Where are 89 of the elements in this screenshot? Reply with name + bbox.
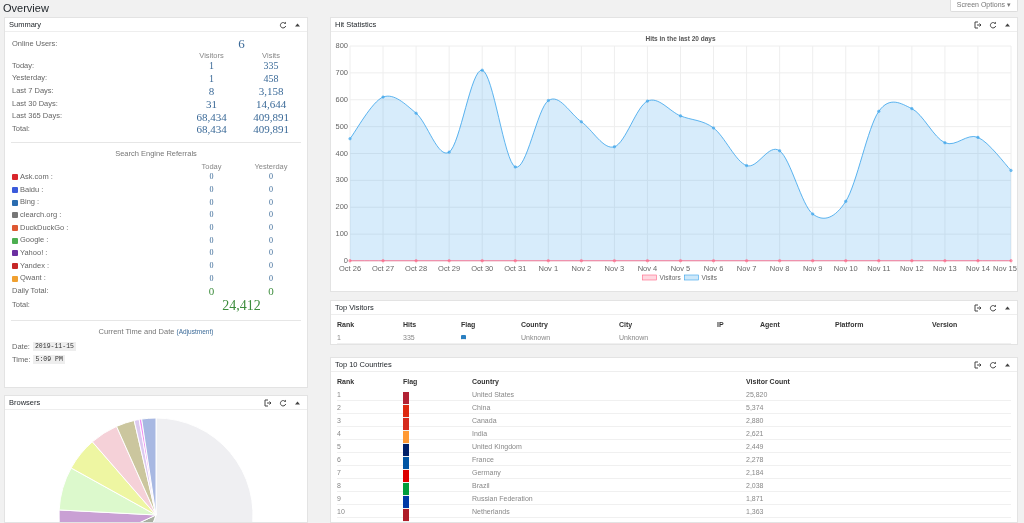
data-point xyxy=(414,111,418,115)
stat-value: 68,434 xyxy=(196,123,227,136)
data-point xyxy=(745,164,749,168)
daily-total-value: 0 xyxy=(208,285,215,298)
data-point xyxy=(844,259,848,263)
legend-swatch xyxy=(684,274,699,281)
data-point xyxy=(877,259,881,263)
data-point xyxy=(381,95,385,99)
data-point xyxy=(943,259,947,263)
export-icon[interactable] xyxy=(263,398,272,407)
stat-value: 409,891 xyxy=(253,110,289,123)
referral-count: 0 xyxy=(209,234,214,247)
data-point xyxy=(976,259,980,263)
data-point xyxy=(612,145,616,149)
data-point xyxy=(844,199,848,203)
stat-value: 68,434 xyxy=(196,110,227,123)
referral-count: 0 xyxy=(269,221,273,234)
data-point xyxy=(811,212,815,216)
data-point xyxy=(447,259,451,263)
stat-value: 335 xyxy=(263,60,279,73)
referral-count: 0 xyxy=(209,171,214,184)
stat-value: 8 xyxy=(208,85,215,98)
data-point xyxy=(480,259,484,263)
data-point xyxy=(1009,168,1013,172)
online-users-count: 6 xyxy=(238,38,245,51)
data-point xyxy=(910,107,914,111)
stat-value: 3,158 xyxy=(258,85,284,98)
data-point xyxy=(414,259,418,263)
data-point xyxy=(348,259,352,263)
export-icon[interactable] xyxy=(973,20,982,29)
data-point xyxy=(679,259,682,263)
referral-count: 0 xyxy=(209,221,214,234)
data-point xyxy=(447,150,451,154)
daily-total-value: 0 xyxy=(268,285,274,298)
stat-value: 458 xyxy=(263,72,279,85)
unknown-flag-icon xyxy=(461,335,466,340)
data-point xyxy=(910,259,914,263)
referral-count: 0 xyxy=(269,171,273,184)
data-point xyxy=(645,259,649,263)
data-point xyxy=(877,109,881,113)
data-point xyxy=(513,259,517,263)
data-point xyxy=(976,135,980,139)
referral-count: 0 xyxy=(269,272,273,285)
data-point xyxy=(778,149,782,153)
refresh-icon[interactable] xyxy=(988,303,997,312)
data-point xyxy=(348,137,352,141)
referral-count: 0 xyxy=(209,272,214,285)
referral-count: 0 xyxy=(269,247,273,260)
referral-count: 0 xyxy=(269,259,273,272)
data-point xyxy=(381,259,385,263)
data-point xyxy=(712,126,716,130)
data-point xyxy=(712,259,716,263)
refresh-icon[interactable] xyxy=(278,20,287,29)
page-title: Overview xyxy=(3,1,49,15)
referral-count: 0 xyxy=(269,196,273,209)
referral-count: 0 xyxy=(269,183,273,196)
stat-value: 31 xyxy=(206,98,217,111)
referral-count: 0 xyxy=(209,247,214,260)
stat-value: 1 xyxy=(209,60,214,73)
refresh-icon[interactable] xyxy=(988,360,997,369)
referral-count: 0 xyxy=(269,234,273,247)
data-point xyxy=(679,114,682,118)
export-icon[interactable] xyxy=(973,303,982,312)
referral-count: 0 xyxy=(209,183,214,196)
referral-count: 0 xyxy=(209,259,214,272)
referral-count: 0 xyxy=(269,209,273,222)
data-point xyxy=(612,259,616,263)
data-point xyxy=(811,259,815,263)
stat-value: 14,644 xyxy=(255,98,287,111)
total-referrals: 24,412 xyxy=(222,297,261,314)
data-point xyxy=(546,259,550,263)
data-point xyxy=(778,259,782,263)
data-point xyxy=(480,68,484,72)
data-point xyxy=(546,99,550,103)
export-icon[interactable] xyxy=(973,360,982,369)
data-point xyxy=(579,259,583,263)
referral-count: 0 xyxy=(209,209,214,222)
data-point xyxy=(745,259,749,263)
refresh-icon[interactable] xyxy=(988,20,997,29)
stat-value: 409,891 xyxy=(253,123,289,136)
data-point xyxy=(513,165,517,169)
referral-count: 0 xyxy=(209,196,214,209)
legend-swatch xyxy=(642,274,657,281)
data-point xyxy=(579,120,583,124)
data-point xyxy=(943,141,947,145)
stat-value: 1 xyxy=(209,72,214,85)
data-point xyxy=(1009,259,1013,263)
refresh-icon[interactable] xyxy=(278,398,287,407)
data-point xyxy=(645,99,649,103)
